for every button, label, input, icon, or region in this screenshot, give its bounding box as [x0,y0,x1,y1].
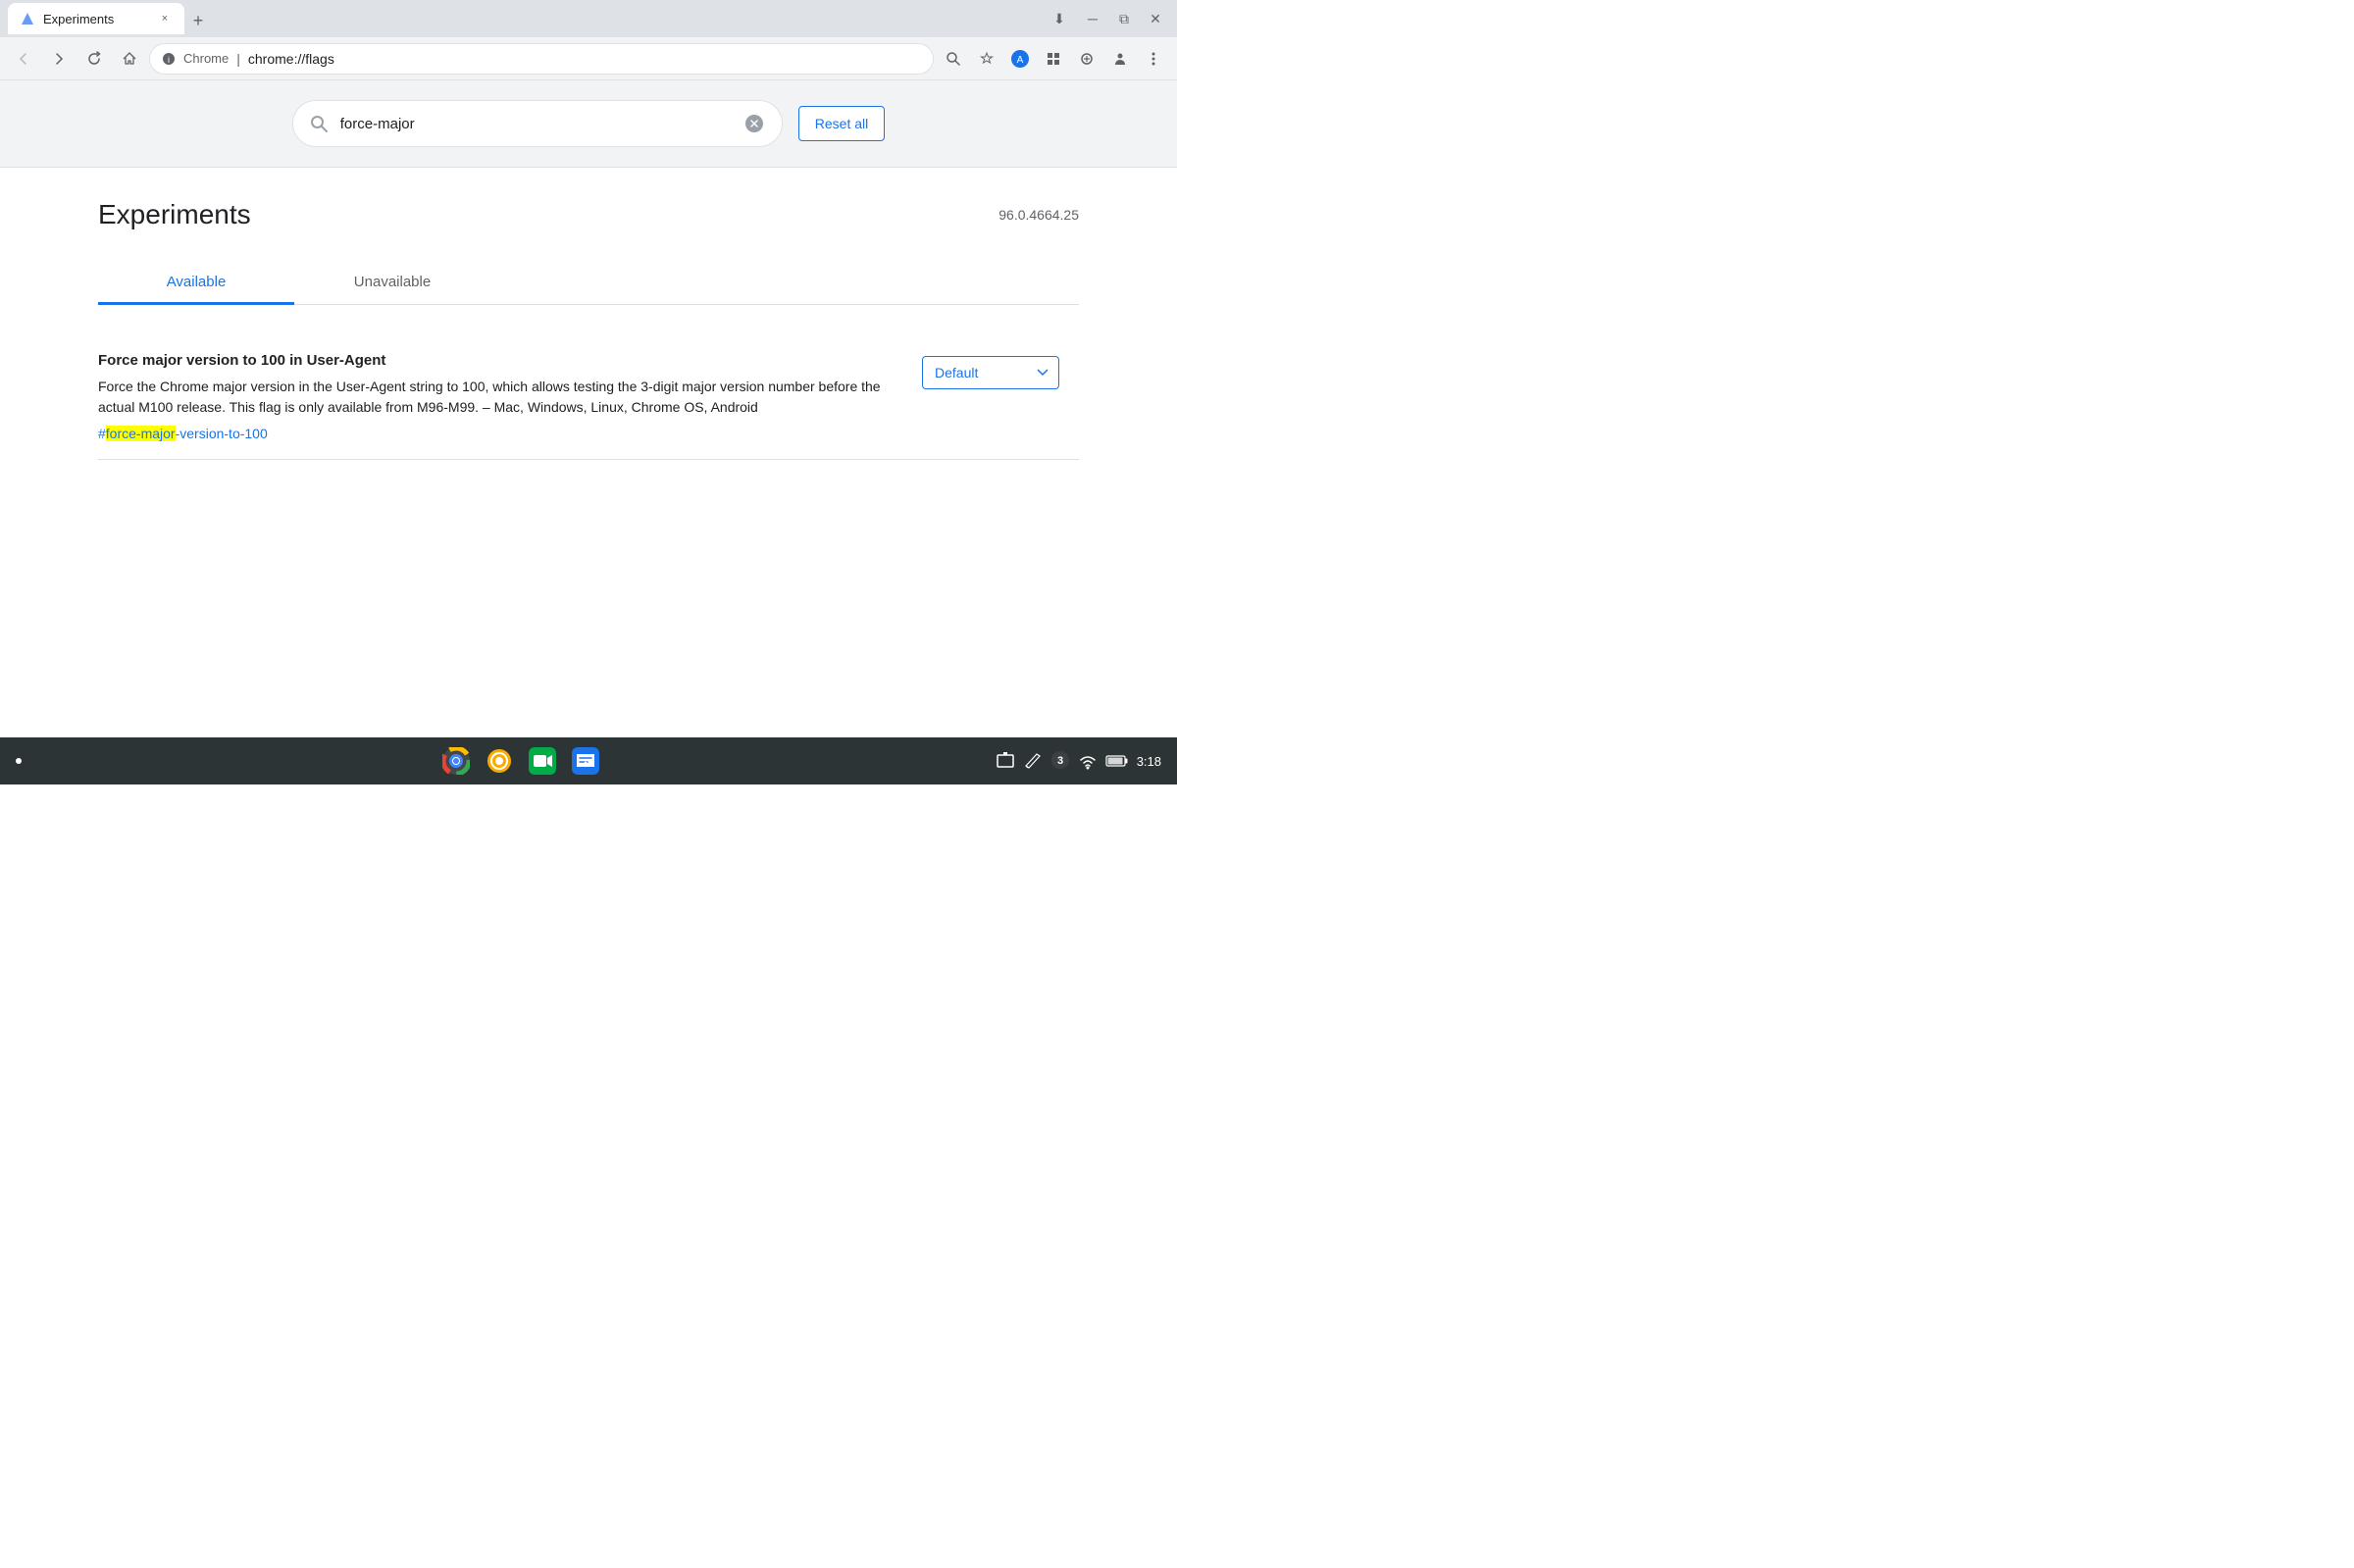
minimize-button[interactable]: ─ [1079,5,1106,32]
active-tab[interactable]: Experiments × [8,3,184,34]
more-icon [1151,51,1155,67]
search-nav-icon [946,51,961,67]
new-tab-button[interactable]: + [184,7,212,34]
profile-icon: A [1011,50,1029,68]
chrome-icon [442,747,470,775]
back-button[interactable] [8,43,39,75]
home-icon [122,51,137,67]
tab-unavailable[interactable]: Unavailable [294,262,490,305]
pen-icon[interactable] [1023,751,1043,771]
svg-text:i: i [168,55,170,65]
flag-link-prefix: # [98,426,106,441]
tabs-container: Available Unavailable [98,262,1079,305]
yellow-circle-icon [486,747,513,775]
meet-taskbar-icon[interactable] [525,743,560,779]
meet-icon [529,747,556,775]
flag-link-rest: -version-to-100 [176,426,268,441]
reload-button[interactable] [78,43,110,75]
restore-button[interactable]: ⧉ [1110,5,1138,32]
flag-description: Force the Chrome major version in the Us… [98,377,891,418]
address-bar[interactable]: i Chrome | chrome://flags [149,43,934,75]
taskbar-indicator [16,758,22,764]
battery-icon [1105,753,1129,769]
reload-icon [86,51,102,67]
forward-button[interactable] [43,43,75,75]
main-content: Experiments 96.0.4664.25 Available Unava… [0,168,1177,491]
home-button[interactable] [114,43,145,75]
ext2-icon [1079,51,1095,67]
download-button[interactable]: ⬇ [1044,3,1075,34]
url-scheme: Chrome [183,51,229,66]
star-icon [979,51,995,67]
svg-text:A: A [1017,55,1024,66]
experiments-header: Experiments 96.0.4664.25 [98,199,1079,230]
messages-icon [572,747,599,775]
page-title: Experiments [98,199,251,230]
search-clear-button[interactable] [742,112,766,135]
flag-link-highlight: force-major [106,426,176,441]
title-bar: Experiments × + ⬇ ─ ⧉ ✕ [0,0,1177,37]
version-badge: 96.0.4664.25 [998,207,1079,223]
taskbar: 3 3:18 [0,737,1177,784]
flag-info: Force major version to 100 in User-Agent… [98,352,891,443]
taskbar-right: 3 3:18 [996,750,1161,773]
ext2-button[interactable] [1071,43,1102,75]
flag-link[interactable]: #force-major-version-to-100 [98,426,268,441]
svg-text:3: 3 [1057,755,1063,767]
lock-icon: i [162,52,176,66]
notification-badge[interactable]: 3 [1050,750,1070,773]
search-nav-button[interactable] [938,43,969,75]
url-separator: | [236,51,240,67]
tab-favicon [20,11,35,26]
forward-icon [51,51,67,67]
nav-icons: A [938,43,1169,75]
page-content: Reset all Experiments 96.0.4664.25 Avail… [0,80,1177,737]
close-button[interactable]: ✕ [1142,5,1169,32]
flag-title: Force major version to 100 in User-Agent [98,352,891,369]
ext3-icon [1112,51,1128,67]
tab-title: Experiments [43,12,149,26]
messages-taskbar-icon[interactable] [568,743,603,779]
tabs-list: Available Unavailable [98,262,1079,304]
clock: 3:18 [1137,754,1161,769]
extensions-icon [1046,51,1061,67]
wifi-icon [1078,751,1098,771]
window-controls: ⬇ ─ ⧉ ✕ [1044,3,1169,34]
search-input-wrap [292,100,783,147]
extensions-button[interactable] [1038,43,1069,75]
search-icon [309,114,329,133]
tab-close-button[interactable]: × [157,11,173,26]
taskbar-left [16,758,47,764]
reset-all-button[interactable]: Reset all [798,106,885,141]
search-input[interactable] [340,116,731,132]
tab-strip: Experiments × + [8,3,1040,34]
yellow-circle-taskbar-icon[interactable] [482,743,517,779]
notification-icon: 3 [1050,750,1070,770]
more-button[interactable] [1138,43,1169,75]
search-bar-container: Reset all [0,80,1177,168]
nav-bar: i Chrome | chrome://flags A [0,37,1177,80]
chrome-taskbar-icon[interactable] [438,743,474,779]
bookmark-button[interactable] [971,43,1002,75]
flag-control: Default Enabled Disabled [922,352,1079,389]
taskbar-center [55,743,988,779]
flag-item: Force major version to 100 in User-Agent… [98,336,1079,460]
ext3-button[interactable] [1104,43,1136,75]
back-icon [16,51,31,67]
screenshot-icon[interactable] [996,751,1015,771]
flag-select[interactable]: Default Enabled Disabled [922,356,1059,389]
tab-available[interactable]: Available [98,262,294,305]
url-path: chrome://flags [248,51,334,67]
clear-icon [745,115,763,132]
profile-button[interactable]: A [1004,43,1036,75]
